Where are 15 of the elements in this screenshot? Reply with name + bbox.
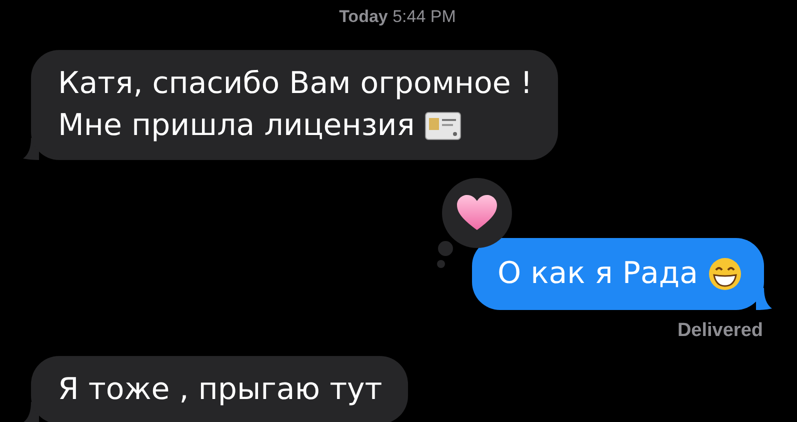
message-text: Я тоже , прыгаю тут [58,371,382,409]
message-text: О как я Рада [498,255,698,293]
heart-icon [456,195,496,231]
reaction-tail-dot [436,260,444,268]
grin-emoji-icon [708,257,742,291]
bubble-tail [756,288,772,310]
message-bubble[interactable]: Я тоже , прыгаю тут [31,356,408,422]
timestamp: Today 5:44 PM [338,6,457,28]
reaction-tail-dot [438,241,452,256]
message-text: Мне пришла лицензия [58,107,415,145]
message-text: Катя, спасибо Вам огромное ! [58,65,532,103]
id-card-icon [424,112,461,140]
delivery-status: Delivered [676,320,763,342]
message-bubble[interactable]: Катя, спасибо Вам огромное ! Мне пришла лицензия [31,50,558,160]
message-bubble[interactable]: О как я Рада [472,238,764,310]
